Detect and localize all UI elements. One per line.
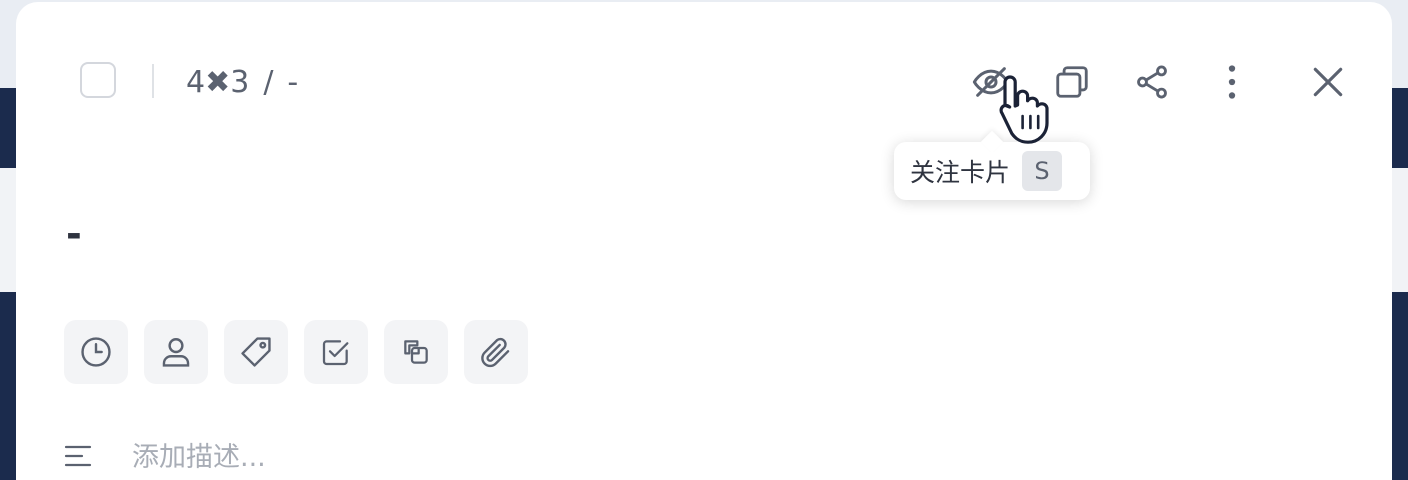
share-icon [1137, 65, 1167, 99]
description-input[interactable] [132, 434, 1032, 480]
add-tag-button[interactable] [224, 320, 288, 384]
user-icon [162, 338, 190, 367]
card-detail-modal: 4✖3 / - 关注卡片 S - 添加描述... [16, 2, 1392, 480]
close-icon [1313, 67, 1343, 97]
add-attachment-button[interactable] [464, 320, 528, 384]
copy-icon [1056, 66, 1088, 98]
card-action-buttons [64, 320, 528, 384]
card-dimensions: 4✖3 [186, 64, 250, 100]
watch-card-button[interactable] [969, 60, 1013, 104]
link-card-icon [404, 340, 428, 364]
checklist-icon [322, 340, 349, 366]
due-date-button[interactable] [64, 320, 128, 384]
add-checklist-button[interactable] [304, 320, 368, 384]
clock-icon [81, 337, 111, 367]
watch-card-tooltip: 关注卡片 S [894, 142, 1090, 200]
tag-icon [241, 337, 271, 367]
more-vertical-icon [1228, 65, 1236, 99]
more-options-button[interactable] [1210, 60, 1254, 104]
card-complete-checkbox[interactable] [80, 62, 116, 98]
attachment-icon [481, 337, 510, 368]
copy-card-button[interactable] [1050, 60, 1094, 104]
breadcrumb-separator: / [263, 64, 274, 100]
share-card-button[interactable] [1130, 60, 1174, 104]
eye-off-icon [972, 67, 1010, 97]
shortcut-key-badge: S [1022, 151, 1063, 191]
card-breadcrumb: 4✖3 / - [186, 62, 298, 102]
close-button[interactable] [1306, 60, 1350, 104]
header-divider [152, 64, 154, 98]
assign-member-button[interactable] [144, 320, 208, 384]
breadcrumb-list-name[interactable]: - [287, 65, 298, 100]
description-icon [64, 445, 92, 467]
tooltip-label: 关注卡片 [910, 158, 1011, 187]
link-card-button[interactable] [384, 320, 448, 384]
card-title[interactable]: - [66, 212, 82, 256]
